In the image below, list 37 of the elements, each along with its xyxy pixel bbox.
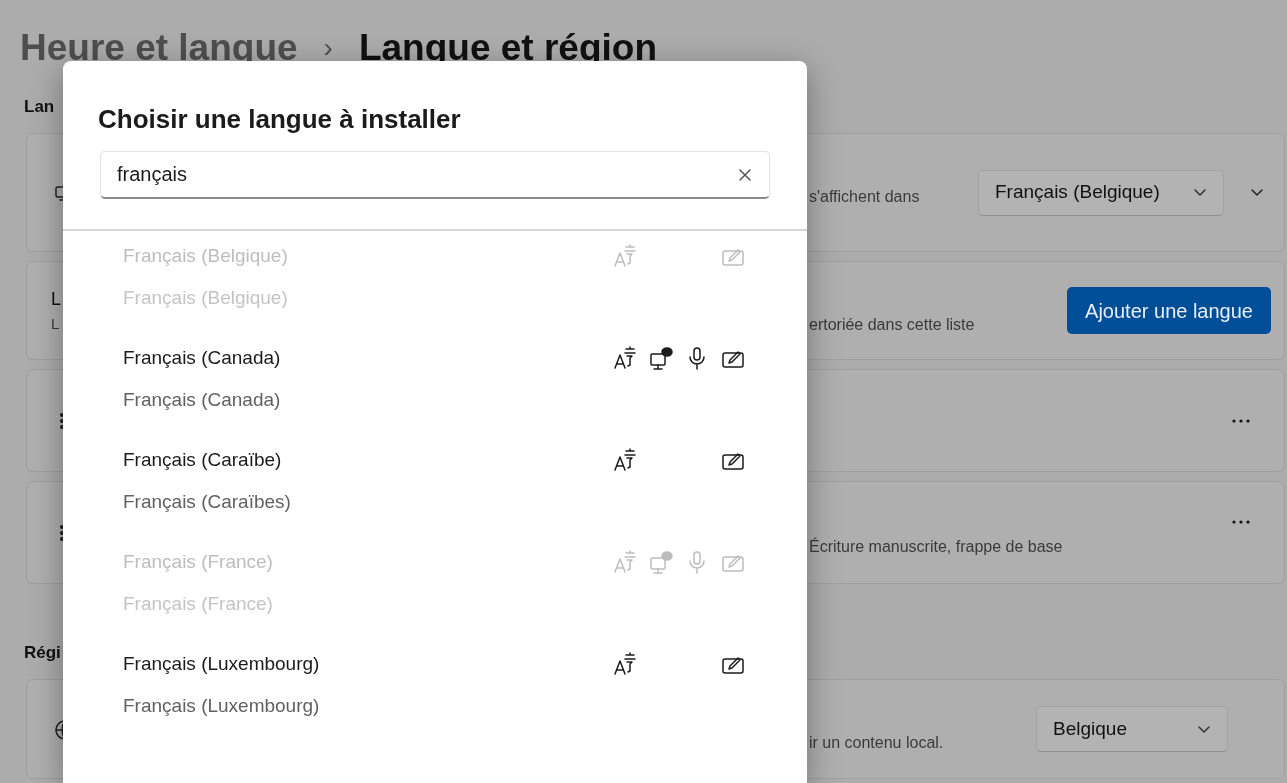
- search-field[interactable]: français: [100, 151, 770, 199]
- card-title: L: [51, 287, 62, 311]
- language-native-name: Français (France): [123, 592, 274, 616]
- card-description: s'affichent dans: [809, 187, 920, 205]
- more-options-icon[interactable]: [1232, 519, 1250, 524]
- language-native-name: Français (Canada): [123, 388, 282, 412]
- language-list-item[interactable]: Français (Luxembourg) Français (Luxembourg): [63, 639, 807, 741]
- language-native-name: Français (Caraïbes): [123, 490, 292, 514]
- language-name: Français (Belgique): [123, 244, 289, 268]
- language-native-name: Français (Belgique): [123, 286, 289, 310]
- card-description: Écriture manuscrite, frappe de base: [809, 537, 1063, 555]
- chevron-down-icon: [1193, 188, 1207, 197]
- section-heading: Lan: [24, 96, 55, 118]
- card-description: ir un contenu local.: [809, 734, 944, 751]
- dropdown[interactable]: Belgique: [1036, 706, 1228, 752]
- breadcrumb-separator: ›: [323, 31, 333, 65]
- language-list-item[interactable]: Français (Canada) Français (Canada): [63, 333, 807, 435]
- dropdown[interactable]: Français (Belgique): [978, 169, 1224, 216]
- add-language-button[interactable]: Ajouter une langue: [1067, 287, 1271, 334]
- language-name: Français (Luxembourg): [123, 652, 321, 676]
- language-native-name: Français (Luxembourg): [123, 694, 321, 718]
- card-subtitle: L: [51, 313, 61, 334]
- clear-icon[interactable]: [739, 169, 751, 181]
- monitor-icon: [55, 185, 64, 201]
- expand-chevron-icon[interactable]: [1250, 188, 1264, 197]
- dialog-title: Choisir une langue à installer: [97, 103, 462, 136]
- chevron-down-icon: [1197, 724, 1211, 734]
- language-name: Français (Caraïbe): [123, 448, 283, 472]
- language-name: Français (Canada): [123, 346, 282, 370]
- more-options-icon[interactable]: [1232, 418, 1250, 423]
- section-heading: Régi: [24, 642, 61, 664]
- card-description: ertoriée dans cette liste: [809, 315, 975, 333]
- globe-icon: [55, 719, 64, 740]
- language-list-item[interactable]: Français (Caraïbe) Français (Caraïbes): [63, 435, 807, 537]
- drag-handle-icon: [59, 523, 65, 544]
- drag-handle-icon: [59, 411, 65, 432]
- language-name: Français (France): [123, 550, 274, 574]
